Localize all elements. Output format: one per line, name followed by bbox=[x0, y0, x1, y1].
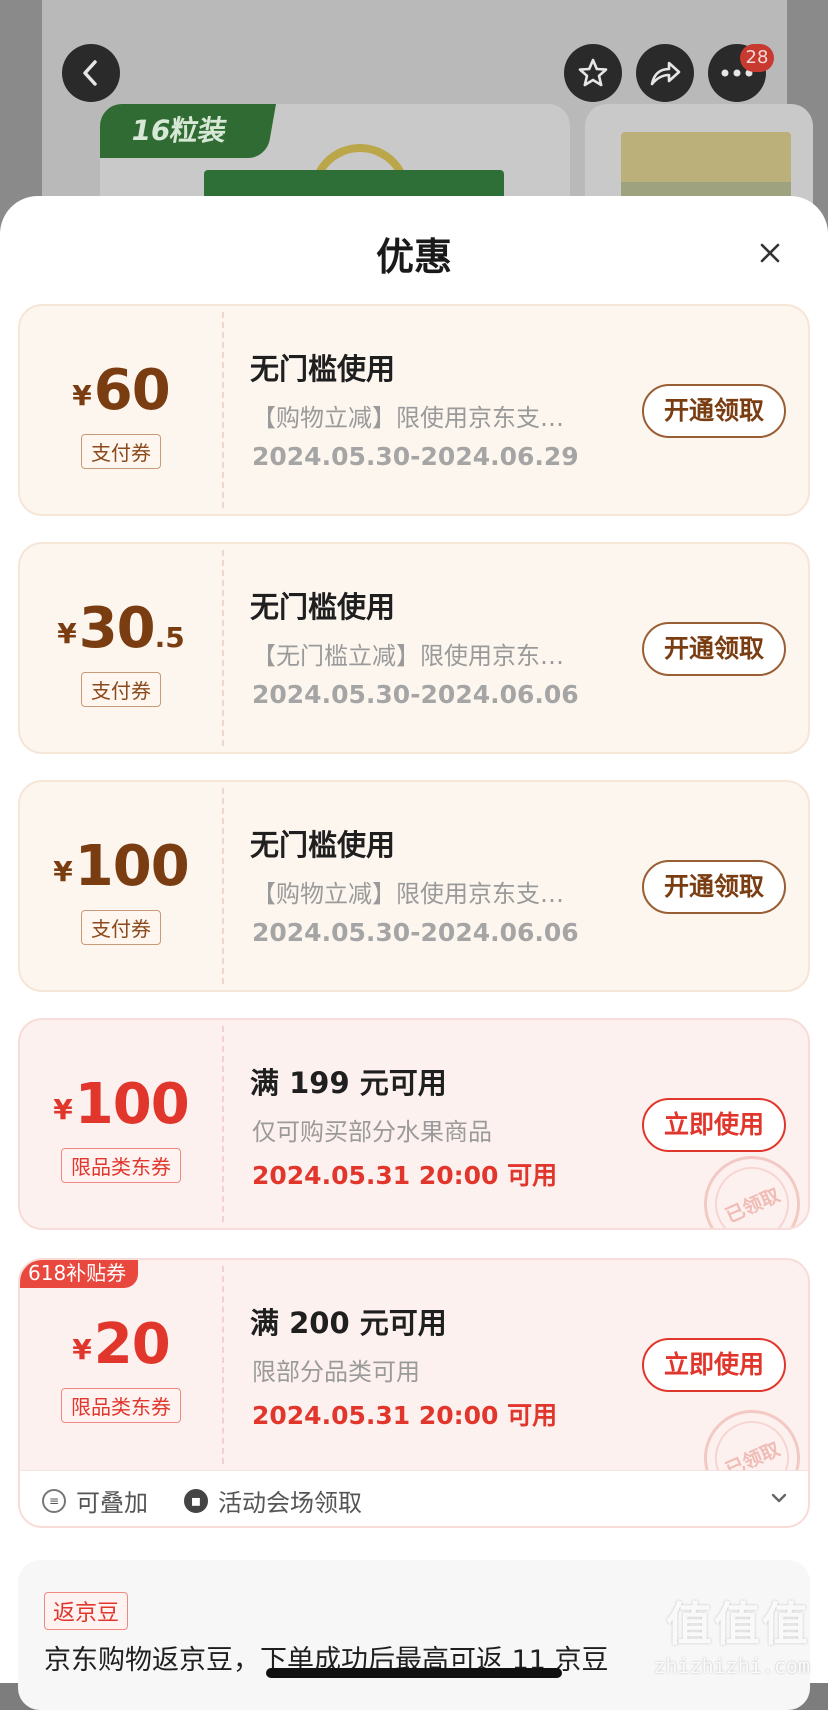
share-icon bbox=[650, 61, 681, 86]
coupon-validity: 2024.05.31 20:00 可用 bbox=[252, 1401, 558, 1430]
favorite-button[interactable] bbox=[564, 44, 622, 102]
claimed-stamp: 已领取 bbox=[688, 1140, 808, 1228]
coupon-description: 【购物立减】限使用京东支… bbox=[252, 880, 564, 908]
coupon-description: 【无门槛立减】限使用京东… bbox=[252, 642, 564, 670]
stackable-label: 可叠加 bbox=[76, 1489, 148, 1517]
stackable-info: ≡ 可叠加 bbox=[42, 1483, 148, 1518]
star-icon bbox=[578, 58, 608, 87]
share-button[interactable] bbox=[636, 44, 694, 102]
watermark-site: zhizhizhi.com bbox=[653, 1654, 810, 1678]
notification-badge: 28 bbox=[740, 44, 774, 72]
activity-label: 活动会场领取 bbox=[218, 1489, 362, 1517]
coupon-footer[interactable]: ≡ 可叠加 ◼ 活动会场领取 bbox=[20, 1470, 808, 1526]
watermark: 值值值 zhizhizhi.com bbox=[653, 1588, 810, 1678]
coupon-divider bbox=[222, 788, 224, 984]
coupon-divider bbox=[222, 1026, 224, 1222]
stack-icon: ≡ bbox=[42, 1488, 66, 1513]
coupon-sheet: 优惠 ¥60 支付券 无门槛使用 【购物立减】限使用京东支… 2024.05.3… bbox=[0, 196, 828, 1683]
chevron-down-icon[interactable] bbox=[768, 1487, 790, 1509]
activate-claim-button[interactable]: 开通领取 bbox=[642, 622, 786, 676]
pack-size-tag: 16粒装 bbox=[100, 104, 277, 158]
activate-claim-button[interactable]: 开通领取 bbox=[642, 860, 786, 914]
coupon-card: ¥60 支付券 无门槛使用 【购物立减】限使用京东支… 2024.05.30-2… bbox=[18, 304, 810, 516]
activity-source-info: ◼ 活动会场领取 bbox=[184, 1483, 362, 1518]
coupon-divider bbox=[222, 550, 224, 746]
coupon-validity: 2024.05.31 20:00 可用 bbox=[252, 1161, 558, 1190]
coupon-title: 无门槛使用 bbox=[250, 352, 396, 386]
coupon-type-tag: 限品类东券 bbox=[61, 1148, 181, 1183]
coupon-card: ¥100 限品类东券 满 199 元可用 仅可购买部分水果商品 2024.05.… bbox=[18, 1018, 810, 1230]
sheet-title: 优惠 bbox=[375, 235, 452, 279]
coupon-divider bbox=[222, 1266, 224, 1464]
use-now-button[interactable]: 立即使用 bbox=[642, 1098, 786, 1152]
coupon-description: 【购物立减】限使用京东支… bbox=[252, 404, 564, 432]
watermark-logo: 值值值 bbox=[666, 1597, 810, 1651]
coupon-divider bbox=[222, 312, 224, 508]
coupon-card-subsidy: 618补贴券 ¥20 限品类东券 满 200 元可用 限部分品类可用 2024.… bbox=[18, 1258, 810, 1528]
coupon-validity: 2024.05.30-2024.06.29 bbox=[252, 442, 579, 471]
activate-claim-button[interactable]: 开通领取 bbox=[642, 384, 786, 438]
coupon-description: 仅可购买部分水果商品 bbox=[252, 1118, 492, 1146]
coupon-card: ¥100 支付券 无门槛使用 【购物立减】限使用京东支… 2024.05.30-… bbox=[18, 780, 810, 992]
coupon-title: 无门槛使用 bbox=[250, 590, 396, 624]
coupon-title: 满 200 元可用 bbox=[250, 1306, 447, 1340]
back-arrow-icon bbox=[83, 60, 97, 86]
back-button[interactable] bbox=[62, 44, 120, 102]
coupon-card: ¥30.5 支付券 无门槛使用 【无门槛立减】限使用京东… 2024.05.30… bbox=[18, 542, 810, 754]
home-indicator[interactable] bbox=[266, 1668, 562, 1678]
coupon-type-tag: 支付券 bbox=[81, 672, 161, 707]
close-icon[interactable] bbox=[755, 238, 785, 268]
bean-tag: 返京豆 bbox=[44, 1592, 129, 1630]
coupon-title: 无门槛使用 bbox=[250, 828, 396, 862]
coupon-type-tag: 限品类东券 bbox=[61, 1388, 181, 1423]
ticket-icon: ◼ bbox=[184, 1488, 208, 1513]
coupon-description: 限部分品类可用 bbox=[252, 1358, 420, 1386]
use-now-button[interactable]: 立即使用 bbox=[642, 1338, 786, 1392]
coupon-title: 满 199 元可用 bbox=[250, 1066, 447, 1100]
coupon-type-tag: 支付券 bbox=[81, 910, 161, 945]
coupon-validity: 2024.05.30-2024.06.06 bbox=[252, 918, 579, 947]
coupon-validity: 2024.05.30-2024.06.06 bbox=[252, 680, 579, 709]
coupon-type-tag: 支付券 bbox=[81, 434, 161, 469]
